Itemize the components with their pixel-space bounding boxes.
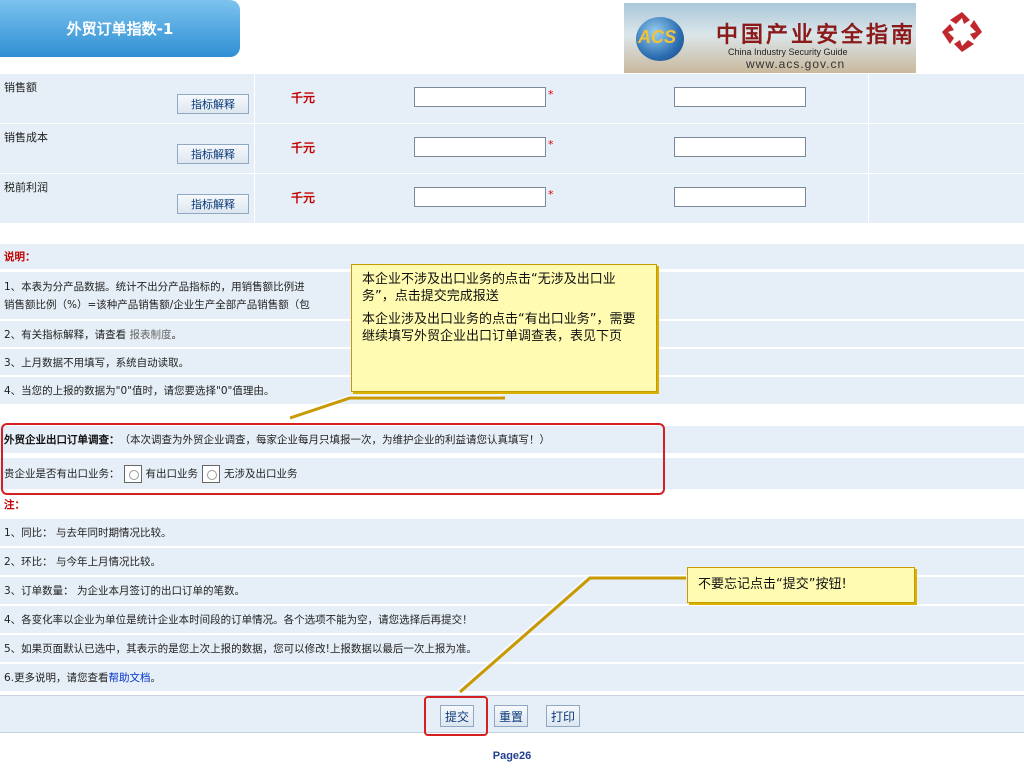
footnote-text: 4、各变化率以企业为单位是统计企业本时间段的订单情况。各个选项不能为空，请您选择… bbox=[4, 614, 473, 626]
metric-label: 税前利润 bbox=[4, 181, 48, 194]
footnote-text: 1、同比： 与去年同时期情况比较。 bbox=[4, 527, 172, 539]
cost-input[interactable] bbox=[414, 137, 546, 157]
callout-text: 本企业涉及出口业务的点击“有出口业务”，需要继续填写外贸企业出口订单调查表，表见… bbox=[362, 312, 636, 344]
required-mark: * bbox=[548, 88, 554, 101]
footnote-text: 。 bbox=[150, 672, 162, 684]
acs-banner: ACS 中国产业安全指南 China Industry Security Gui… bbox=[624, 3, 916, 73]
metric-label: 销售额 bbox=[4, 81, 37, 94]
survey-callout: 本企业不涉及出口业务的点击“无涉及出口业务”，点击提交完成报送 本企业涉及出口业… bbox=[351, 264, 657, 392]
required-mark: * bbox=[548, 138, 554, 151]
profit-input-2[interactable] bbox=[674, 187, 806, 207]
footnotes-title: 注： bbox=[4, 499, 25, 511]
ministry-logo-icon bbox=[942, 12, 982, 52]
explain-button-profit[interactable]: 指标解释 bbox=[177, 194, 249, 214]
note-text: 3、上月数据不用填写，系统自动读取。 bbox=[4, 356, 190, 369]
note-text: 2、有关指标解释，请查看 bbox=[4, 328, 127, 341]
submit-callout: 不要忘记点击“提交”按钮! bbox=[687, 567, 915, 603]
footnote-text: 5、如果页面默认已选中，其表示的是您上次上报的数据，您可以修改!上报数据以最后一… bbox=[4, 643, 477, 655]
banner-cn-title: 中国产业安全指南 bbox=[716, 22, 917, 48]
footnote-text: 3、订单数量： 为企业本月签订的出口订单的笔数。 bbox=[4, 585, 246, 597]
banner-en-title: China Industry Security Guide bbox=[728, 47, 848, 57]
note-text: 销售额比例（%）=该种产品销售额/企业生产全部产品销售额（包 bbox=[4, 299, 310, 311]
unit-label: 千元 bbox=[291, 141, 316, 155]
footnote-text: 6.更多说明，请您查看 bbox=[4, 672, 109, 684]
footnotes-title-row: 注： bbox=[0, 493, 1024, 517]
unit-label: 千元 bbox=[291, 191, 316, 205]
footnote-row: 5、如果页面默认已选中，其表示的是您上次上报的数据，您可以修改!上报数据以最后一… bbox=[0, 635, 1024, 663]
callout-text: 本企业不涉及出口业务的点击“无涉及出口业务”，点击提交完成报送 bbox=[362, 272, 616, 304]
footnote-row: 6.更多说明，请您查看 帮助文档。 bbox=[0, 664, 1024, 692]
banner-acs-text: ACS bbox=[638, 27, 677, 47]
footnote-row: 1、同比： 与去年同时期情况比较。 bbox=[0, 519, 1024, 547]
banner-url: www.acs.gov.cn bbox=[746, 57, 846, 71]
page-number: Page26 bbox=[492, 750, 532, 762]
help-doc-link[interactable]: 帮助文档 bbox=[109, 670, 151, 685]
reset-button[interactable]: 重置 bbox=[494, 705, 528, 727]
metric-row-sales: 销售额 指标解释 千元 * bbox=[0, 74, 1024, 124]
note-text: 4、当您的上报的数据为"0"值时，请您要选择"0"值理由。 bbox=[4, 385, 275, 397]
footnote-text: 2、环比： 与今年上月情况比较。 bbox=[4, 556, 162, 568]
unit-label: 千元 bbox=[291, 91, 316, 105]
explain-button-cost[interactable]: 指标解释 bbox=[177, 144, 249, 164]
report-rules-link[interactable]: 报表制度 bbox=[130, 327, 172, 342]
page-title-tab: 外贸订单指数-1 bbox=[0, 0, 240, 57]
notes-title: 说明： bbox=[4, 251, 36, 263]
sales-input-2[interactable] bbox=[674, 87, 806, 107]
survey-highlight-box bbox=[1, 423, 665, 495]
explain-button-sales[interactable]: 指标解释 bbox=[177, 94, 249, 114]
metric-row-cost: 销售成本 指标解释 千元 * bbox=[0, 124, 1024, 174]
callout-text: 不要忘记点击“提交”按钮! bbox=[698, 577, 847, 592]
sales-input[interactable] bbox=[414, 87, 546, 107]
note-text: 1、本表为分产品数据。统计不出分产品指标的，用销售额比例进 bbox=[4, 281, 305, 293]
required-mark: * bbox=[548, 188, 554, 201]
footnote-row: 4、各变化率以企业为单位是统计企业本时间段的订单情况。各个选项不能为空，请您选择… bbox=[0, 606, 1024, 634]
print-button[interactable]: 打印 bbox=[546, 705, 580, 727]
profit-input[interactable] bbox=[414, 187, 546, 207]
submit-highlight-ring bbox=[424, 696, 488, 736]
page-title: 外贸订单指数-1 bbox=[66, 20, 174, 38]
cost-input-2[interactable] bbox=[674, 137, 806, 157]
metric-label: 销售成本 bbox=[4, 131, 48, 144]
note-text: 。 bbox=[171, 328, 183, 341]
metric-row-profit: 税前利润 指标解释 千元 * bbox=[0, 174, 1024, 224]
